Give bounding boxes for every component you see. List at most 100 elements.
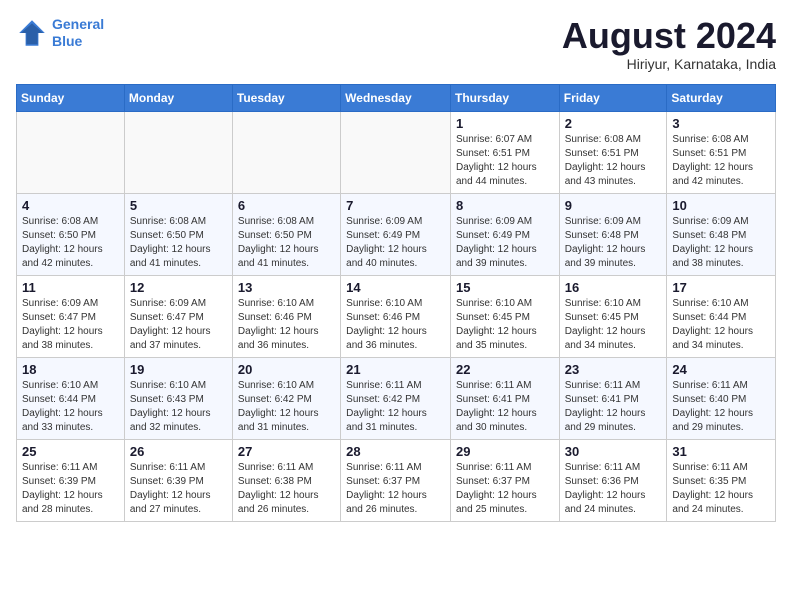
logo-icon [16, 17, 48, 49]
day-info: Sunrise: 6:09 AM Sunset: 6:47 PM Dayligh… [22, 297, 119, 353]
day-cell: 5 Sunrise: 6:08 AM Sunset: 6:50 PM Daylig… [124, 193, 232, 275]
day-info: Sunrise: 6:10 AM Sunset: 6:44 PM Dayligh… [672, 297, 770, 353]
column-header-sunday: Sunday [17, 84, 125, 111]
column-header-wednesday: Wednesday [341, 84, 451, 111]
day-number: 21 [346, 362, 445, 377]
day-info: Sunrise: 6:10 AM Sunset: 6:45 PM Dayligh… [565, 297, 662, 353]
column-header-saturday: Saturday [667, 84, 776, 111]
column-header-thursday: Thursday [450, 84, 559, 111]
day-info: Sunrise: 6:10 AM Sunset: 6:43 PM Dayligh… [130, 379, 227, 435]
day-cell: 24Sunrise: 6:11 AM Sunset: 6:40 PM Dayli… [667, 357, 776, 439]
day-info: Sunrise: 6:07 AM Sunset: 6:51 PM Dayligh… [456, 133, 554, 189]
location: Hiriyur, Karnataka, India [562, 56, 776, 72]
day-info: Sunrise: 6:08 AM Sunset: 6:50 PM Dayligh… [22, 215, 119, 271]
day-number: 24 [672, 362, 770, 377]
day-info: Sunrise: 6:09 AM Sunset: 6:48 PM Dayligh… [672, 215, 770, 271]
day-cell: 27 Sunrise: 6:11 AM Sunset: 6:38 PM Dayli… [232, 439, 340, 521]
day-cell: 20 Sunrise: 6:10 AM Sunset: 6:42 PM Dayli… [232, 357, 340, 439]
day-cell: 22 Sunrise: 6:11 AM Sunset: 6:41 PM Dayli… [450, 357, 559, 439]
day-info: Sunrise: 6:11 AM Sunset: 6:41 PM Dayligh… [456, 379, 554, 435]
day-cell: 9 Sunrise: 6:09 AM Sunset: 6:48 PM Daylig… [559, 193, 667, 275]
day-info: Sunrise: 6:09 AM Sunset: 6:48 PM Dayligh… [565, 215, 662, 271]
logo: General Blue [16, 16, 104, 50]
column-header-tuesday: Tuesday [232, 84, 340, 111]
day-cell: 26Sunrise: 6:11 AM Sunset: 6:39 PM Dayli… [124, 439, 232, 521]
week-row-3: 11 Sunrise: 6:09 AM Sunset: 6:47 PM Dayli… [17, 275, 776, 357]
day-info: Sunrise: 6:10 AM Sunset: 6:46 PM Dayligh… [346, 297, 445, 353]
week-row-1: 1 Sunrise: 6:07 AM Sunset: 6:51 PM Daylig… [17, 111, 776, 193]
calendar-table: SundayMondayTuesdayWednesdayThursdayFrid… [16, 84, 776, 522]
day-info: Sunrise: 6:09 AM Sunset: 6:49 PM Dayligh… [346, 215, 445, 271]
day-cell: 29 Sunrise: 6:11 AM Sunset: 6:37 PM Dayli… [450, 439, 559, 521]
day-number: 29 [456, 444, 554, 459]
day-number: 2 [565, 116, 662, 131]
day-info: Sunrise: 6:11 AM Sunset: 6:39 PM Dayligh… [22, 461, 119, 517]
day-cell: 28 Sunrise: 6:11 AM Sunset: 6:37 PM Dayli… [341, 439, 451, 521]
day-cell: 8Sunrise: 6:09 AM Sunset: 6:49 PM Daylig… [450, 193, 559, 275]
day-info: Sunrise: 6:08 AM Sunset: 6:50 PM Dayligh… [238, 215, 335, 271]
day-cell: 25 Sunrise: 6:11 AM Sunset: 6:39 PM Dayli… [17, 439, 125, 521]
day-number: 7 [346, 198, 445, 213]
day-cell: 1 Sunrise: 6:07 AM Sunset: 6:51 PM Daylig… [450, 111, 559, 193]
day-info: Sunrise: 6:08 AM Sunset: 6:51 PM Dayligh… [565, 133, 662, 189]
day-number: 20 [238, 362, 335, 377]
day-number: 30 [565, 444, 662, 459]
day-cell: 2 Sunrise: 6:08 AM Sunset: 6:51 PM Daylig… [559, 111, 667, 193]
day-number: 16 [565, 280, 662, 295]
day-info: Sunrise: 6:11 AM Sunset: 6:41 PM Dayligh… [565, 379, 662, 435]
day-cell: 23 Sunrise: 6:11 AM Sunset: 6:41 PM Dayli… [559, 357, 667, 439]
day-cell [124, 111, 232, 193]
day-cell: 31Sunrise: 6:11 AM Sunset: 6:35 PM Dayli… [667, 439, 776, 521]
day-cell: 4 Sunrise: 6:08 AM Sunset: 6:50 PM Daylig… [17, 193, 125, 275]
header-row: SundayMondayTuesdayWednesdayThursdayFrid… [17, 84, 776, 111]
day-number: 6 [238, 198, 335, 213]
day-number: 25 [22, 444, 119, 459]
day-info: Sunrise: 6:09 AM Sunset: 6:47 PM Dayligh… [130, 297, 227, 353]
day-number: 31 [672, 444, 770, 459]
day-number: 22 [456, 362, 554, 377]
day-number: 12 [130, 280, 227, 295]
day-number: 1 [456, 116, 554, 131]
day-number: 27 [238, 444, 335, 459]
day-cell: 19 Sunrise: 6:10 AM Sunset: 6:43 PM Dayli… [124, 357, 232, 439]
day-number: 15 [456, 280, 554, 295]
day-number: 13 [238, 280, 335, 295]
day-number: 11 [22, 280, 119, 295]
week-row-5: 25 Sunrise: 6:11 AM Sunset: 6:39 PM Dayli… [17, 439, 776, 521]
column-header-friday: Friday [559, 84, 667, 111]
day-info: Sunrise: 6:11 AM Sunset: 6:36 PM Dayligh… [565, 461, 662, 517]
day-number: 23 [565, 362, 662, 377]
day-number: 5 [130, 198, 227, 213]
day-cell: 15 Sunrise: 6:10 AM Sunset: 6:45 PM Dayli… [450, 275, 559, 357]
day-info: Sunrise: 6:10 AM Sunset: 6:45 PM Dayligh… [456, 297, 554, 353]
title-area: August 2024 Hiriyur, Karnataka, India [562, 16, 776, 72]
logo-text: General Blue [52, 16, 104, 50]
day-info: Sunrise: 6:10 AM Sunset: 6:42 PM Dayligh… [238, 379, 335, 435]
day-cell [232, 111, 340, 193]
day-cell: 30 Sunrise: 6:11 AM Sunset: 6:36 PM Dayli… [559, 439, 667, 521]
week-row-2: 4 Sunrise: 6:08 AM Sunset: 6:50 PM Daylig… [17, 193, 776, 275]
day-number: 9 [565, 198, 662, 213]
day-info: Sunrise: 6:08 AM Sunset: 6:51 PM Dayligh… [672, 133, 770, 189]
day-cell: 11 Sunrise: 6:09 AM Sunset: 6:47 PM Dayli… [17, 275, 125, 357]
day-info: Sunrise: 6:11 AM Sunset: 6:37 PM Dayligh… [456, 461, 554, 517]
day-number: 3 [672, 116, 770, 131]
day-cell: 16 Sunrise: 6:10 AM Sunset: 6:45 PM Dayli… [559, 275, 667, 357]
day-cell: 14 Sunrise: 6:10 AM Sunset: 6:46 PM Dayli… [341, 275, 451, 357]
day-cell: 21Sunrise: 6:11 AM Sunset: 6:42 PM Dayli… [341, 357, 451, 439]
day-info: Sunrise: 6:11 AM Sunset: 6:37 PM Dayligh… [346, 461, 445, 517]
day-info: Sunrise: 6:11 AM Sunset: 6:38 PM Dayligh… [238, 461, 335, 517]
day-cell [341, 111, 451, 193]
day-number: 17 [672, 280, 770, 295]
day-number: 10 [672, 198, 770, 213]
day-cell: 12 Sunrise: 6:09 AM Sunset: 6:47 PM Dayli… [124, 275, 232, 357]
day-number: 14 [346, 280, 445, 295]
day-number: 19 [130, 362, 227, 377]
day-info: Sunrise: 6:09 AM Sunset: 6:49 PM Dayligh… [456, 215, 554, 271]
day-number: 28 [346, 444, 445, 459]
day-info: Sunrise: 6:08 AM Sunset: 6:50 PM Dayligh… [130, 215, 227, 271]
day-number: 4 [22, 198, 119, 213]
month-title: August 2024 [562, 16, 776, 56]
day-cell [17, 111, 125, 193]
day-cell: 7 Sunrise: 6:09 AM Sunset: 6:49 PM Daylig… [341, 193, 451, 275]
